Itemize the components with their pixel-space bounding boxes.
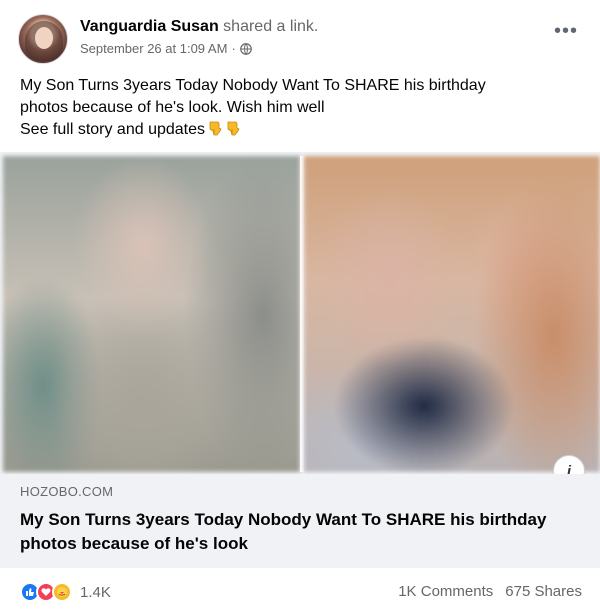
post-text-line-3: See full story and updates xyxy=(20,119,580,141)
post-action-text: shared a link. xyxy=(223,18,319,35)
globe-icon[interactable] xyxy=(239,42,252,55)
author-avatar[interactable] xyxy=(18,14,68,64)
pointing-down-emoji-icon xyxy=(227,121,240,136)
engagement-counts: 1K Comments 675 Shares xyxy=(398,583,582,600)
link-preview[interactable]: HOZOBO.COM My Son Turns 3years Today Nob… xyxy=(0,474,600,568)
see-full-story-text: See full story and updates xyxy=(20,121,206,138)
more-options-icon[interactable]: ••• xyxy=(554,21,578,41)
post-text: My Son Turns 3years Today Nobody Want To… xyxy=(20,75,580,141)
shares-count[interactable]: 675 Shares xyxy=(505,583,582,600)
reaction-count[interactable]: 1.4K xyxy=(80,584,111,601)
post-footer: 1.4K 1K Comments 675 Shares xyxy=(0,568,600,616)
post-meta: September 26 at 1:09 AM · xyxy=(80,41,252,56)
care-icon xyxy=(52,582,72,602)
link-domain: HOZOBO.COM xyxy=(20,484,114,499)
pointing-down-emoji-icon xyxy=(209,121,222,136)
post-card: Vanguardia Susan shared a link. Septembe… xyxy=(0,0,600,616)
post-text-line-2: photos because of he's look. Wish him we… xyxy=(20,99,325,116)
reactions-summary[interactable]: 1.4K xyxy=(20,582,111,602)
comments-count[interactable]: 1K Comments xyxy=(398,583,493,600)
post-text-line-1: My Son Turns 3years Today Nobody Want To… xyxy=(20,77,486,94)
blurred-photo-left[interactable] xyxy=(3,156,300,472)
meta-separator: · xyxy=(231,41,236,56)
link-title[interactable]: My Son Turns 3years Today Nobody Want To… xyxy=(20,508,580,556)
post-timestamp[interactable]: September 26 at 1:09 AM xyxy=(80,41,227,56)
link-preview-images[interactable] xyxy=(0,152,600,474)
author-name[interactable]: Vanguardia Susan xyxy=(80,18,219,35)
author-line: Vanguardia Susan shared a link. xyxy=(80,17,318,37)
blurred-photo-right[interactable] xyxy=(304,156,600,472)
post-header: Vanguardia Susan shared a link. Septembe… xyxy=(0,0,600,72)
